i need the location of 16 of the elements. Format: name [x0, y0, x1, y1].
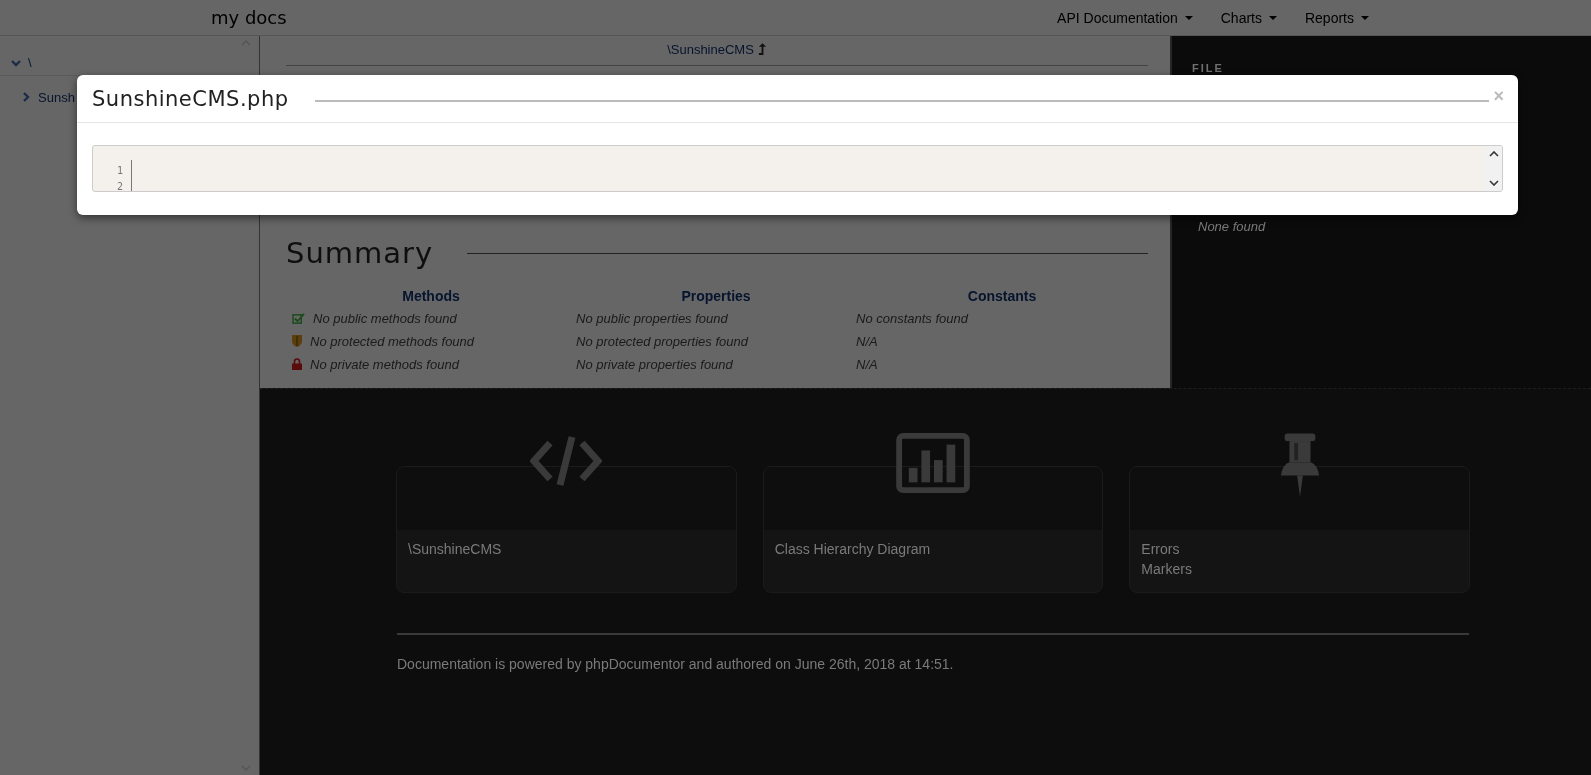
line-number: 2: [116, 180, 123, 191]
summary-text: N/A: [856, 333, 878, 349]
panel-note: None found: [1198, 219, 1267, 234]
summary-text: No private methods found: [310, 356, 459, 372]
summary-text: No private properties found: [576, 356, 733, 372]
summary-text: No public properties found: [576, 310, 728, 326]
panel-heading: FILE: [1192, 62, 1225, 74]
summary-text: No public methods found: [313, 310, 457, 326]
summary-text: N/A: [856, 356, 878, 372]
section-heading: Summary: [286, 236, 434, 270]
footer-text: Documentation is powered by phpDocumentor and authored on June 26th, 2018 at 14:51.: [397, 656, 955, 672]
summary-text: No constants found: [856, 310, 969, 326]
summary-text: No protected methods found: [310, 333, 475, 349]
modal-title: SunshineCMS.php: [92, 86, 289, 111]
line-number: 1: [116, 164, 123, 178]
summary-text: No protected properties found: [576, 333, 748, 349]
